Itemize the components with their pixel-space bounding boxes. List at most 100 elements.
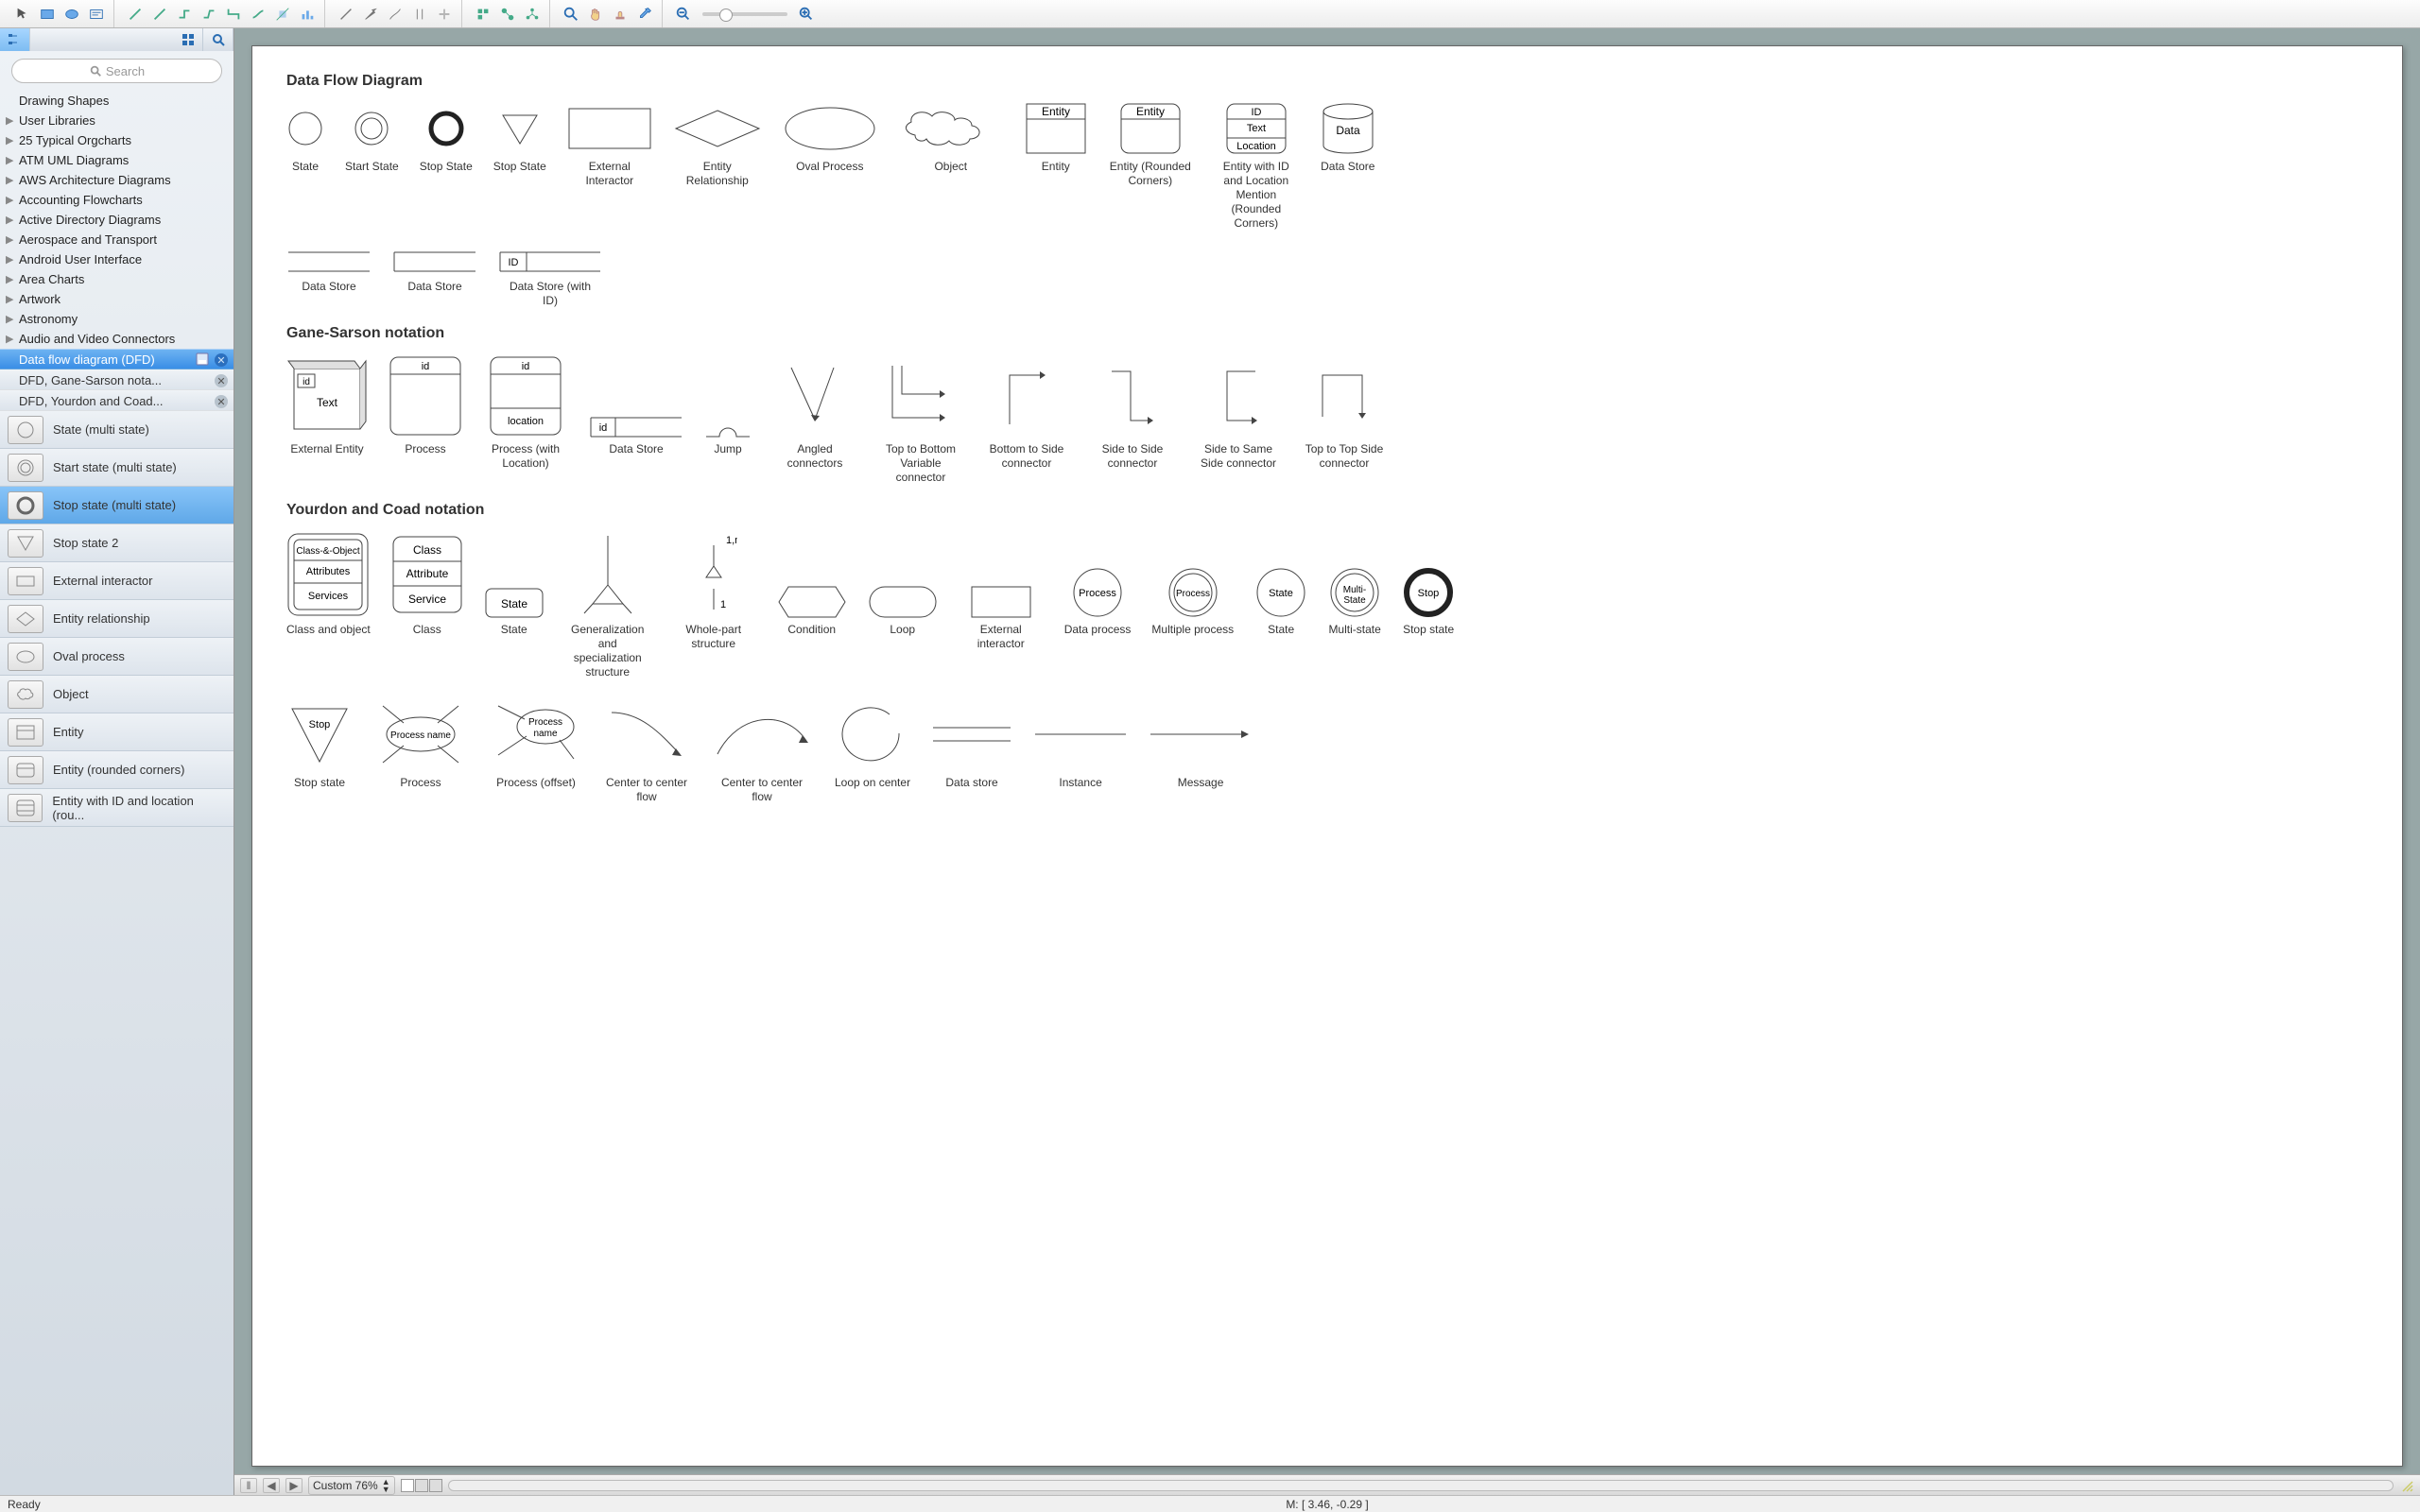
zoom-dropdown[interactable]: Custom 76%▲▼: [308, 1476, 395, 1495]
palette-item[interactable]: Stop state (multi state): [0, 487, 233, 524]
connector-6[interactable]: [271, 4, 294, 25]
stencil-yc-ext[interactable]: External interactor: [959, 530, 1044, 651]
stencil-ds-id[interactable]: IDData Store (with ID): [498, 248, 602, 308]
connector-4[interactable]: [222, 4, 245, 25]
stencil-yc-wp[interactable]: 1,m1Whole-part structure: [671, 530, 756, 651]
category-item[interactable]: ▶Active Directory Diagrams: [0, 210, 233, 230]
stencil-yc-state[interactable]: StateState: [484, 530, 544, 637]
stencil-yc-co[interactable]: Class-&-ObjectAttributesServicesClass an…: [286, 530, 371, 637]
stencil-start-state[interactable]: Start State: [345, 101, 399, 174]
stencil-object[interactable]: Object: [898, 101, 1004, 174]
stencil-gs-angled[interactable]: Angled connectors: [772, 353, 857, 471]
search-toggle-icon[interactable]: [203, 28, 233, 51]
layout-3[interactable]: [521, 4, 544, 25]
stencil-yc-loopc[interactable]: Loop on center: [835, 696, 910, 790]
category-item[interactable]: ▶User Libraries: [0, 111, 233, 130]
stencil-yc-stop[interactable]: StopStop state: [1402, 530, 1455, 637]
stencil-yc-cc2[interactable]: Center to center flow: [710, 696, 814, 804]
close-icon[interactable]: ✕: [215, 395, 228, 408]
eyedropper-tool[interactable]: [633, 4, 656, 25]
palette-item[interactable]: Object: [0, 676, 233, 713]
category-item[interactable]: ▶Artwork: [0, 289, 233, 309]
tree-view-icon[interactable]: [0, 28, 30, 51]
close-icon[interactable]: ✕: [215, 374, 228, 387]
drawing-page[interactable]: Data Flow Diagram State Start State Stop…: [251, 45, 2403, 1467]
arrow-1[interactable]: [335, 4, 357, 25]
palette-item[interactable]: Entity (rounded corners): [0, 751, 233, 789]
stencil-entity-relationship[interactable]: Entity Relationship: [673, 101, 762, 188]
category-item[interactable]: ▶Astronomy: [0, 309, 233, 329]
stencil-gs-ext[interactable]: idTextExternal Entity: [286, 353, 368, 456]
stencil-yc-ms[interactable]: Multi-StateMulti-state: [1328, 530, 1381, 637]
pointer-tool[interactable]: [11, 4, 34, 25]
stencil-gs-datastore[interactable]: idData Store: [589, 353, 683, 456]
text-tool[interactable]: [85, 4, 108, 25]
stencil-yc-state2[interactable]: StateState: [1254, 530, 1307, 637]
stencil-oval-process[interactable]: Oval Process: [783, 101, 877, 174]
stamp-tool[interactable]: [609, 4, 631, 25]
library-tab[interactable]: DFD, Gane-Sarson nota... ✕: [0, 369, 233, 390]
stencil-state[interactable]: State: [286, 101, 324, 174]
stencil-yc-message[interactable]: Message: [1149, 696, 1253, 790]
stencil-gs-bs[interactable]: Bottom to Side connector: [984, 353, 1069, 471]
layout-1[interactable]: [472, 4, 494, 25]
stencil-ds-closed[interactable]: Data Store: [392, 248, 477, 294]
stencil-yc-cc1[interactable]: Center to center flow: [604, 696, 689, 804]
line-tool[interactable]: [124, 4, 147, 25]
library-tab-selected[interactable]: Data flow diagram (DFD) ✕: [0, 349, 233, 369]
category-item[interactable]: ▶25 Typical Orgcharts: [0, 130, 233, 150]
stencil-yc-procoff[interactable]: ProcessnameProcess (offset): [489, 696, 583, 790]
category-item[interactable]: ▶AWS Architecture Diagrams: [0, 170, 233, 190]
close-icon[interactable]: ✕: [215, 353, 228, 367]
zoom-tool[interactable]: [560, 4, 582, 25]
palette-item[interactable]: Entity relationship: [0, 600, 233, 638]
palette-item[interactable]: Entity with ID and location (rou...: [0, 789, 233, 827]
stencil-gs-ss[interactable]: Side to Side connector: [1090, 353, 1175, 471]
stencil-yc-stoptri[interactable]: StopStop state: [286, 696, 353, 790]
category-item[interactable]: ▶Android User Interface: [0, 249, 233, 269]
palette-item[interactable]: External interactor: [0, 562, 233, 600]
grid-view-icon[interactable]: [173, 28, 203, 51]
search-input[interactable]: Search: [11, 59, 222, 83]
resize-grip-icon[interactable]: [2399, 1478, 2414, 1493]
category-item[interactable]: ▶ATM UML Diagrams: [0, 150, 233, 170]
category-item[interactable]: ▶Area Charts: [0, 269, 233, 289]
connector-5[interactable]: [247, 4, 269, 25]
stencil-yc-mp[interactable]: ProcessMultiple process: [1151, 530, 1234, 637]
view-mode-toggles[interactable]: [401, 1479, 442, 1492]
stencil-yc-class[interactable]: ClassAttributeServiceClass: [391, 530, 463, 637]
stencil-entity-id-loc[interactable]: IDTextLocationEntity with ID and Locatio…: [1214, 101, 1299, 231]
library-tab[interactable]: DFD, Yourdon and Coad... ✕: [0, 390, 233, 411]
zoom-out-icon[interactable]: [672, 4, 695, 25]
page-prev-end[interactable]: ‖: [240, 1478, 257, 1493]
connector-3[interactable]: [198, 4, 220, 25]
palette-item[interactable]: Entity: [0, 713, 233, 751]
connector-2[interactable]: [173, 4, 196, 25]
stencil-external-interactor[interactable]: External Interactor: [567, 101, 652, 188]
stencil-gs-jump[interactable]: Jump: [704, 353, 752, 456]
stencil-gs-tts[interactable]: Top to Top Side connector: [1302, 353, 1387, 471]
palette-item[interactable]: Start state (multi state): [0, 449, 233, 487]
rect-tool[interactable]: [36, 4, 59, 25]
ellipse-tool[interactable]: [60, 4, 83, 25]
category-item[interactable]: ▶Accounting Flowcharts: [0, 190, 233, 210]
hand-tool[interactable]: [584, 4, 607, 25]
stencil-yc-loop[interactable]: Loop: [868, 530, 938, 637]
layout-2[interactable]: [496, 4, 519, 25]
zoom-slider[interactable]: [702, 12, 787, 16]
stencil-yc-instance[interactable]: Instance: [1033, 696, 1128, 790]
stencil-yc-cond[interactable]: Condition: [777, 530, 847, 637]
stencil-yc-ds2[interactable]: Data store: [931, 696, 1012, 790]
arrow-2[interactable]: [359, 4, 382, 25]
stencil-yc-dp[interactable]: ProcessData process: [1064, 530, 1132, 637]
stencil-gs-process-loc[interactable]: idlocationProcess (with Location): [483, 353, 568, 471]
stencil-data-store-cyl[interactable]: DataData Store: [1320, 101, 1376, 174]
palette-item[interactable]: State (multi state): [0, 411, 233, 449]
category-item[interactable]: ▶Audio and Video Connectors: [0, 329, 233, 349]
zoom-in-icon[interactable]: [795, 4, 818, 25]
stencil-yc-proc[interactable]: Process nameProcess: [373, 696, 468, 790]
stencil-yc-gen[interactable]: Generalization and specialization struct…: [565, 530, 650, 679]
arrow-5[interactable]: [433, 4, 456, 25]
stencil-stop-state-2[interactable]: Stop State: [493, 101, 546, 174]
stencil-gs-sss[interactable]: Side to Same Side connector: [1196, 353, 1281, 471]
